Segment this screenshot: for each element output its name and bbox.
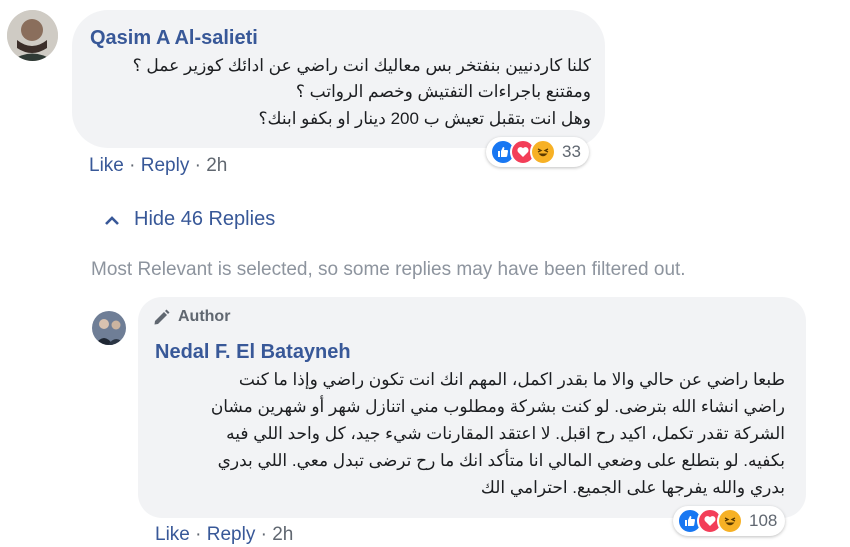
like-button[interactable]: Like bbox=[155, 524, 190, 545]
comment-timestamp[interactable]: 2h bbox=[206, 155, 227, 176]
commenter-avatar[interactable] bbox=[7, 10, 58, 61]
separator-dot: · bbox=[195, 524, 207, 545]
reply-timestamp[interactable]: 2h bbox=[272, 524, 293, 545]
hide-replies-button[interactable]: Hide 46 Replies bbox=[104, 208, 275, 231]
reply-button[interactable]: Reply bbox=[141, 155, 190, 176]
haha-icon bbox=[530, 139, 556, 165]
reply-author-avatar[interactable] bbox=[92, 311, 126, 345]
hide-replies-label: Hide 46 Replies bbox=[134, 208, 276, 230]
reply-text-line-1: طبعا راضي عن حالي والا ما بقدر اكمل، الم… bbox=[238, 370, 785, 389]
comment-text-line-3: وهل انت بتقبل تعيش ب 200 دينار او بكفو ا… bbox=[258, 109, 592, 128]
pencil-icon bbox=[154, 309, 170, 325]
like-button[interactable]: Like bbox=[89, 155, 124, 176]
comment-reaction-count: 33 bbox=[562, 142, 581, 161]
separator-dot: · bbox=[194, 155, 207, 176]
comment-reactions[interactable]: 33 bbox=[486, 137, 589, 167]
comment-text-line-2: ومقتنع باجراءات التفتيش وخصم الرواتب ؟ bbox=[295, 82, 591, 101]
person-photo-icon bbox=[7, 10, 58, 61]
reply-actions: Like · Reply · 2h bbox=[155, 524, 293, 546]
separator-dot: · bbox=[129, 155, 141, 176]
author-badge: Author bbox=[152, 307, 230, 327]
filter-notice: Most Relevant is selected, so some repli… bbox=[91, 259, 686, 280]
reply-text-line-4: بكفيه. لو بتطلع على وضعي المالي انا متأك… bbox=[217, 451, 785, 470]
comment-actions: Like · Reply · 2h bbox=[89, 155, 227, 177]
reply-text-line-5: بدري والله يفرجها على الجميع. احترامي ال… bbox=[480, 478, 785, 497]
reply-author-name[interactable]: Nedal F. El Batayneh bbox=[155, 341, 351, 364]
reply-text-line-2: راضي انشاء الله بترضى. لو كنت بشركة ومطل… bbox=[210, 397, 785, 416]
reply-text-line-3: الشركة تقدر تكمل، اكيد رح اقبل. لا اعتقد… bbox=[226, 424, 785, 443]
author-badge-label: Author bbox=[178, 308, 231, 325]
separator-dot: · bbox=[260, 524, 273, 545]
comment-text-line-1: كلنا كاردنيين بنفتخر بس معاليك انت راضي … bbox=[132, 56, 591, 75]
chevron-up-icon bbox=[105, 215, 119, 225]
reply-button[interactable]: Reply bbox=[207, 524, 256, 545]
comment-author-name[interactable]: Qasim A Al-salieti bbox=[90, 27, 258, 50]
haha-icon bbox=[717, 508, 743, 534]
reply-reactions[interactable]: 108 bbox=[673, 506, 786, 536]
person-photo-icon bbox=[92, 311, 126, 345]
reply-reaction-count: 108 bbox=[749, 511, 778, 530]
